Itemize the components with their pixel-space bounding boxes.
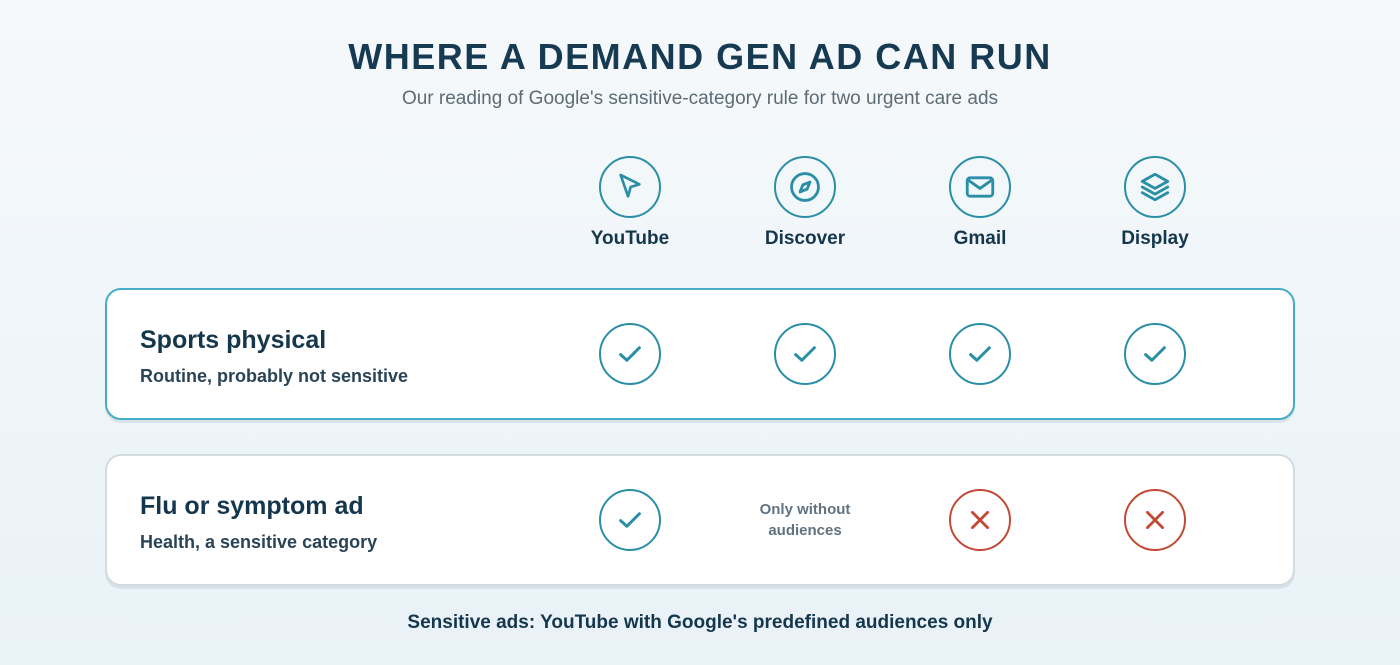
cell-discover (725, 323, 885, 385)
cell-note: Only without audiences (759, 501, 851, 539)
mail-icon (949, 156, 1011, 218)
check-icon (599, 489, 661, 551)
check-icon (774, 323, 836, 385)
check-icon (599, 323, 661, 385)
column-label: YouTube (590, 228, 670, 249)
cell-gmail (900, 489, 1060, 551)
footer-note: Sensitive ads: YouTube with Google's pre… (407, 612, 993, 633)
cell-display (1075, 489, 1235, 551)
row-title: Flu or symptom ad (140, 492, 364, 520)
cross-icon (1124, 489, 1186, 551)
column-label: Discover (764, 228, 846, 249)
cell-discover: Only without audiences (725, 489, 885, 551)
check-icon (1124, 323, 1186, 385)
column-discover: Discover (725, 156, 885, 250)
cell-display (1075, 323, 1235, 385)
layers-icon (1124, 156, 1186, 218)
row-subtitle: Routine, probably not sensitive (140, 366, 409, 386)
cell-gmail (900, 323, 1060, 385)
page-subtitle: Our reading of Google's sensitive-catego… (401, 88, 999, 109)
navigation-arrow-icon (599, 156, 661, 218)
cell-youtube (550, 323, 710, 385)
row-card-sports-physical: Sports physical Routine, probably not se… (105, 288, 1295, 420)
compass-icon (774, 156, 836, 218)
check-icon (949, 323, 1011, 385)
column-gmail: Gmail (900, 156, 1060, 250)
column-youtube: YouTube (550, 156, 710, 250)
row-title: Sports physical (140, 326, 327, 354)
column-label: Display (1121, 228, 1189, 249)
cross-icon (949, 489, 1011, 551)
cell-youtube (550, 489, 710, 551)
row-subtitle: Health, a sensitive category (140, 532, 378, 552)
column-display: Display (1075, 156, 1235, 250)
row-card-flu-symptom-ad: Flu or symptom ad Health, a sensitive ca… (105, 454, 1295, 586)
column-label: Gmail (953, 228, 1007, 249)
page-title: WHERE A DEMAND GEN AD CAN RUN (348, 36, 1052, 77)
